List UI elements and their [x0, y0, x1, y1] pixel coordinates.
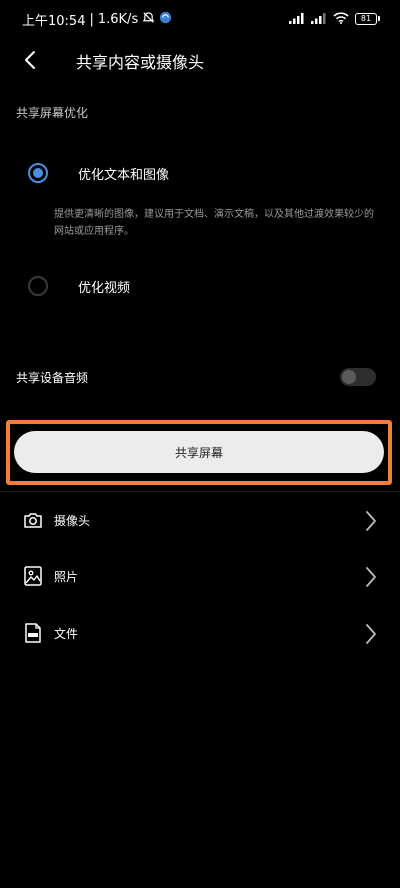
status-right: 81: [289, 9, 380, 28]
option-video[interactable]: 优化视频: [28, 270, 372, 302]
status-time: 上午10:54: [22, 14, 86, 29]
chevron-right-icon: [366, 511, 376, 531]
back-button[interactable]: [16, 46, 44, 74]
signal-icon: [289, 9, 305, 28]
signal-icon: [311, 9, 327, 28]
status-network-speed: 1.6K/s: [97, 12, 139, 27]
chevron-right-icon: [366, 567, 376, 587]
option-label: 优化视频: [78, 280, 131, 296]
share-audio-row: 共享设备音频: [16, 363, 380, 391]
screen: 上午10:54 | 1.6K/s 81 共享内容或摄像头 共享屏幕优化 优化文本…: [0, 0, 400, 888]
list-item-photos[interactable]: 照片: [0, 553, 400, 601]
chevron-right-icon: [366, 624, 376, 644]
battery-tip: [378, 16, 380, 21]
app-badge-icon: [159, 11, 172, 28]
option-description: 提供更清晰的图像，建议用于文档、演示文稿，以及其他过渡效果较少的网站或应用程序。: [54, 209, 374, 237]
divider: [0, 491, 400, 492]
status-left: 上午10:54 | 1.6K/s: [22, 10, 172, 29]
toggle-knob: [342, 370, 356, 384]
header: 共享内容或摄像头: [0, 36, 400, 84]
status-separator: |: [89, 12, 94, 27]
list-item-label: 摄像头: [54, 514, 91, 528]
radio-button-unchecked[interactable]: [28, 276, 48, 296]
image-icon: [24, 566, 42, 586]
pdf-file-icon: [25, 623, 41, 643]
radio-button-checked[interactable]: [28, 163, 48, 183]
option-text-image[interactable]: 优化文本和图像: [28, 157, 372, 189]
status-bar: 上午10:54 | 1.6K/s 81: [0, 0, 400, 36]
camera-icon: [24, 513, 42, 528]
battery-level: 81: [355, 12, 377, 25]
chevron-left-icon: [25, 51, 35, 69]
mute-icon: [142, 11, 155, 28]
share-screen-button[interactable]: 共享屏幕: [14, 431, 384, 473]
radio-dot: [33, 168, 43, 178]
option-label: 优化文本和图像: [78, 167, 170, 183]
list-item-files[interactable]: 文件: [0, 610, 400, 658]
list-item-label: 文件: [54, 627, 79, 641]
wifi-icon: [333, 9, 349, 28]
list-item-label: 照片: [54, 570, 79, 584]
page-title: 共享内容或摄像头: [76, 53, 205, 72]
share-audio-label: 共享设备音频: [16, 371, 89, 385]
list-item-camera[interactable]: 摄像头: [0, 497, 400, 545]
battery-icon: 81: [355, 12, 380, 25]
share-audio-toggle[interactable]: [340, 368, 376, 386]
section-title: 共享屏幕优化: [16, 106, 89, 120]
